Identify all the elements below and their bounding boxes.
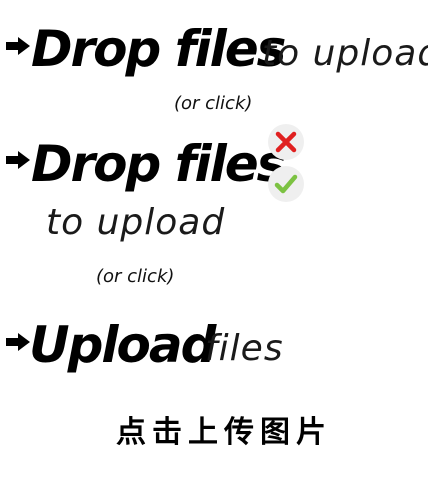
- dropzone-subtitle: to upload: [46, 202, 226, 243]
- dropzone-2[interactable]: Drop files to upload (or click): [0, 120, 428, 300]
- check-icon: [274, 174, 298, 194]
- arrow-right-icon: [6, 333, 30, 351]
- dropzone-hint: (or click): [96, 266, 175, 287]
- error-indicator: [268, 124, 304, 160]
- upload-subtitle: files: [205, 328, 284, 369]
- close-icon: [275, 131, 297, 153]
- upload-image-button[interactable]: 点击上传图片: [0, 410, 428, 460]
- arrow-right-icon: [6, 37, 30, 55]
- upload-title: Upload: [29, 316, 216, 374]
- upload-image-label: 点击上传图片: [116, 415, 332, 450]
- dropzone-subtitle: to upload: [262, 33, 428, 74]
- upload-button[interactable]: Upload files: [0, 305, 428, 385]
- dropzone-title: Drop files: [31, 20, 286, 78]
- dropzone-hint: (or click): [174, 93, 253, 114]
- arrow-right-icon: [6, 151, 30, 169]
- dropzone-1[interactable]: Drop files to upload (or click): [0, 10, 428, 120]
- dropzone-title: Drop files: [31, 135, 286, 193]
- success-indicator: [268, 166, 304, 202]
